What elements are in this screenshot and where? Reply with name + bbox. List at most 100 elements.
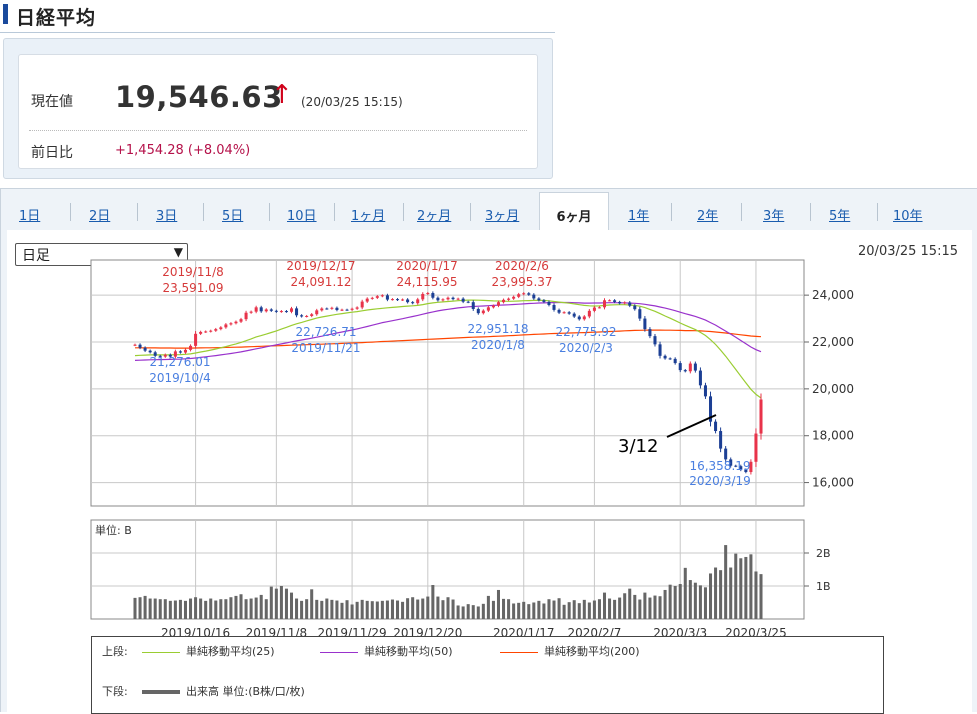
volume-bar <box>471 605 475 619</box>
volume-bar <box>259 594 263 619</box>
volume-bar <box>517 602 521 619</box>
volume-bar <box>436 596 440 619</box>
candle-body <box>719 431 723 449</box>
volume-bar <box>587 602 591 619</box>
candle-body <box>643 318 647 330</box>
volume-bar <box>284 588 288 619</box>
volume-bar <box>279 586 283 619</box>
volume-bar <box>199 598 203 619</box>
volume-bar <box>305 599 309 619</box>
candle-body <box>456 298 460 300</box>
volume-bar <box>178 599 182 619</box>
candle-body <box>638 309 642 319</box>
candle-body <box>406 299 410 303</box>
candle-body <box>648 329 652 337</box>
candle-body <box>698 370 702 386</box>
tab-5[interactable]: 1ヶ月 <box>351 205 385 224</box>
candle-body <box>527 293 531 295</box>
price-ytick-label: 20,000 <box>812 382 854 396</box>
volume-bar <box>592 600 596 619</box>
volume-bar <box>461 606 465 619</box>
candle-body <box>365 298 369 302</box>
quote-card: 現在値 19,546.63 ↑ (20/03/25 15:15) 前日比 +1,… <box>18 54 538 169</box>
candle-body <box>693 363 697 371</box>
current-price: 19,546.63 <box>115 80 283 114</box>
legend-lower-label: 下段: <box>102 685 128 698</box>
tab-13[interactable]: 10年 <box>893 205 923 224</box>
candle-body <box>183 349 187 353</box>
candle-body <box>613 300 617 302</box>
low-annotation-date: 2020/2/3 <box>559 341 613 355</box>
legend-ma25-swatch <box>142 651 180 653</box>
candle-body <box>496 302 500 306</box>
tab-3[interactable]: 5日 <box>222 205 243 224</box>
legend-volume-label: 出来高 単位:(B株/口/枚) <box>186 685 305 698</box>
volume-bar <box>542 603 546 619</box>
candle-body <box>597 307 601 309</box>
low-annotation-value: 22,775.92 <box>555 325 616 339</box>
tab-7[interactable]: 3ヶ月 <box>485 205 519 224</box>
legend-volume-swatch <box>142 690 180 694</box>
tab-9[interactable]: 1年 <box>628 205 649 224</box>
tab-0[interactable]: 1日 <box>19 205 40 224</box>
volume-ytick-label: 2B <box>816 547 831 560</box>
tab-4[interactable]: 10日 <box>287 205 317 224</box>
candle-body <box>552 304 556 310</box>
candle-body <box>204 331 208 333</box>
candle-body <box>507 298 511 300</box>
candle-body <box>658 344 662 356</box>
volume-bar <box>683 567 687 619</box>
volume-bar <box>703 587 707 619</box>
volume-bar <box>582 599 586 619</box>
volume-bar <box>133 597 137 619</box>
tab-separator <box>334 203 335 221</box>
candle-body <box>481 310 485 314</box>
candle-body <box>431 293 435 298</box>
candle-body <box>396 299 400 301</box>
volume-bar <box>739 558 743 619</box>
volume-bar <box>759 574 763 619</box>
candle-body <box>340 309 344 311</box>
volume-bar <box>567 602 571 619</box>
candle-body <box>446 297 450 300</box>
volume-bar <box>466 604 470 619</box>
volume-bar <box>315 599 319 619</box>
tab-2[interactable]: 3日 <box>156 205 177 224</box>
volume-bar <box>219 599 223 619</box>
tab-8-active[interactable]: 6ヶ月 <box>539 192 609 231</box>
volume-bar <box>183 600 187 619</box>
volume-bar <box>562 604 566 619</box>
tab-10[interactable]: 2年 <box>697 205 718 224</box>
candle-body <box>628 302 632 306</box>
tab-6[interactable]: 2ヶ月 <box>417 205 451 224</box>
volume-bar <box>597 599 601 619</box>
volume-bar <box>658 596 662 619</box>
candle-body <box>234 321 238 324</box>
tab-11[interactable]: 3年 <box>763 205 784 224</box>
volume-bar <box>744 556 748 619</box>
volume-bar <box>274 588 278 619</box>
candle-body <box>567 312 571 314</box>
tab-1[interactable]: 2日 <box>89 205 110 224</box>
low-annotation-date: 2020/3/19 <box>689 474 751 488</box>
candle-body <box>209 330 213 332</box>
tab-12[interactable]: 5年 <box>829 205 850 224</box>
candle-body <box>466 301 470 303</box>
candle-body <box>502 299 506 303</box>
candle-body <box>133 344 137 346</box>
legend-volume: 出来高 単位:(B株/口/枚) <box>142 683 305 699</box>
volume-bar <box>163 599 167 619</box>
candle-body <box>264 309 268 312</box>
volume-bar <box>370 601 374 619</box>
up-arrow-icon: ↑ <box>271 80 293 110</box>
candle-body <box>355 307 359 309</box>
volume-bar <box>239 594 243 619</box>
candle-body <box>390 299 394 301</box>
price-ytick-label: 18,000 <box>812 429 854 443</box>
high-annotation-date: 2020/2/6 <box>495 259 549 273</box>
candle-body <box>602 300 607 308</box>
high-annotation-date: 2019/11/8 <box>162 265 224 279</box>
candle-body <box>295 308 299 316</box>
volume-bar <box>557 598 561 619</box>
candle-body <box>532 294 536 299</box>
